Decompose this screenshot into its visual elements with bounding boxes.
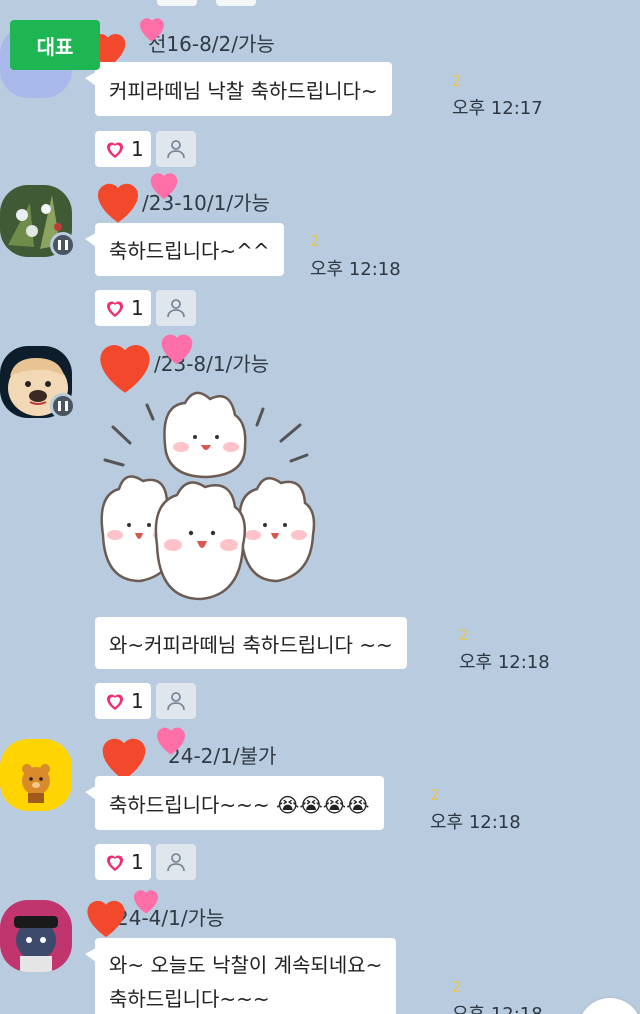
person-icon [167, 299, 185, 318]
message-text-line: 축하드립니다~~~ [109, 987, 270, 1011]
reaction-heart-button[interactable]: 1 [95, 131, 151, 167]
message-bubble[interactable]: 와~ 오늘도 낙찰이 계속되네요~ 축하드립니다~~~ [84, 938, 397, 1014]
representative-badge: 대표 [10, 20, 100, 70]
reaction-user-button[interactable] [156, 683, 196, 719]
message-text: 커피라떼님 낙찰 축하드립니다~ [109, 78, 378, 103]
message-bubble[interactable]: 커피라떼님 낙찰 축하드립니다~ [85, 62, 392, 116]
message-time: 오후 12:18 [459, 652, 550, 673]
message-text: 와~커피라떼님 축하드립니다 ~~ [109, 632, 393, 657]
reaction-heart-button[interactable]: 1 [95, 683, 151, 719]
heart-icon [107, 142, 123, 158]
reaction-user-button[interactable] [156, 131, 196, 167]
scroll-down-button[interactable] [578, 998, 640, 1014]
unread-count: 2 [310, 232, 320, 250]
message-bubble[interactable]: 축하드립니다~~~ 😭😭😭😭 [85, 776, 384, 830]
message-text-line: 와~ 오늘도 낙찰이 계속되네요~ [109, 953, 383, 977]
sender-name: /23-8/1/가능 [154, 352, 270, 376]
pause-badge-icon [50, 393, 76, 419]
message-text: 축하드립니다~~~ 😭😭😭😭 [109, 792, 370, 817]
reaction-user-button[interactable] [156, 844, 196, 880]
reaction-count: 1 [131, 296, 144, 320]
sender-name: 24-2/1/불가 [168, 744, 277, 768]
person-icon [167, 140, 185, 159]
message-time: 오후 12:17 [452, 98, 543, 119]
top-reaction-stub [216, 0, 256, 6]
heart-icon [107, 855, 123, 871]
unread-count: 2 [459, 626, 469, 644]
heart-icon [107, 301, 123, 317]
message-bubble[interactable]: 와~커피라떼님 축하드립니다 ~~ [95, 617, 407, 669]
sender-name: 전16-8/2/가능 [148, 32, 275, 56]
reaction-heart-button[interactable]: 1 [95, 844, 151, 880]
message-time: 오후 12:18 [310, 259, 401, 280]
avatar[interactable] [0, 739, 72, 811]
person-icon [167, 692, 185, 711]
message-time: 오후 12:18 [430, 812, 521, 833]
avatar[interactable] [0, 900, 72, 972]
message-bubble[interactable]: 축하드립니다~^^ [85, 223, 284, 276]
message-time: 오후 12:18 [452, 1000, 543, 1014]
person-icon [167, 853, 185, 872]
reaction-count: 1 [131, 689, 144, 713]
unread-count: 2 [430, 786, 440, 804]
bunny-emoticon-sticker[interactable] [95, 385, 325, 610]
message-text: 축하드립니다~^^ [109, 239, 270, 263]
sender-name: /23-10/1/가능 [142, 191, 270, 215]
reaction-user-button[interactable] [156, 290, 196, 326]
pause-badge-icon [50, 232, 76, 258]
unread-count: 2 [452, 72, 462, 90]
reaction-heart-button[interactable]: 1 [95, 290, 151, 326]
reaction-count: 1 [131, 850, 144, 874]
top-reaction-stub [157, 0, 197, 6]
reaction-count: 1 [131, 137, 144, 161]
heart-icon [107, 694, 123, 710]
unread-count: 2 [452, 978, 462, 996]
sender-name: 24-4/1/가능 [116, 906, 225, 930]
